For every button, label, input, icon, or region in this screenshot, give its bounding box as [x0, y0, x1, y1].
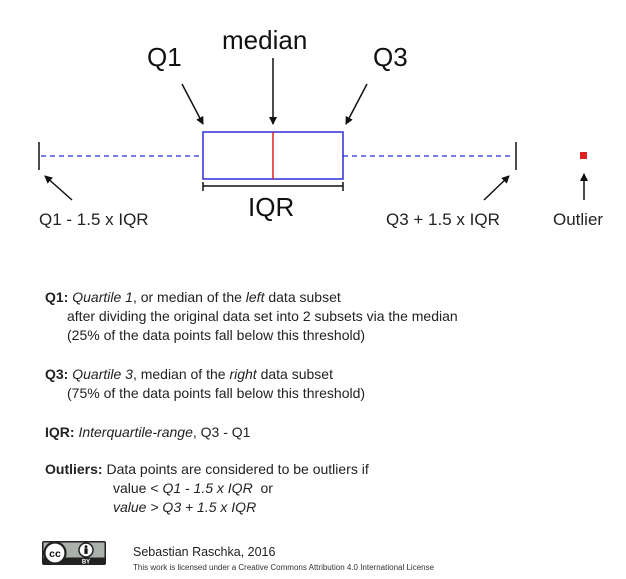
q3-text: , median of the: [132, 366, 230, 382]
by-badge-text: BY: [82, 560, 90, 566]
q1-definition: Q1: Quartile 1, or median of the left da…: [45, 288, 458, 345]
q1-arrow: [181, 83, 204, 125]
outliers-text: Data points are considered to be outlier…: [102, 461, 369, 477]
median-label: median: [222, 25, 308, 55]
iqr-italic-term: Interquartile-range: [78, 424, 193, 440]
q3-term: Q3:: [45, 366, 69, 382]
q3-label: Q3: [373, 42, 408, 72]
outliers-cond1-post: or: [252, 480, 273, 496]
q3-line2: (75% of the data points fall below this …: [67, 385, 366, 401]
boxplot-diagram: [38, 58, 588, 201]
outliers-definition: Outliers: Data points are considered to …: [45, 460, 369, 517]
q1-line3: (25% of the data points fall below this …: [67, 327, 366, 343]
q3-italic-right: right: [229, 366, 257, 382]
q1-term: Q1:: [45, 289, 69, 305]
q1-italic-term: Quartile 1: [72, 289, 133, 305]
lower-fence-arrow: [44, 175, 73, 201]
iqr-label: IQR: [248, 192, 295, 222]
outliers-term: Outliers:: [45, 461, 103, 477]
q1-line2: after dividing the original data set int…: [67, 308, 458, 324]
iqr-definition: IQR: Interquartile-range, Q3 - Q1: [45, 423, 250, 442]
q1-text-2: data subset: [264, 289, 341, 305]
author-credit: Sebastian Raschka, 2016: [133, 545, 276, 559]
outlier-label: Outlier: [553, 210, 604, 229]
iqr-text: , Q3 - Q1: [192, 424, 251, 440]
outliers-cond2-italic: value > Q3 + 1.5 x IQR: [113, 499, 257, 515]
q1-label: Q1: [147, 42, 182, 72]
iqr-term: IQR:: [45, 424, 75, 440]
license-text: This work is licensed under a Creative C…: [133, 563, 435, 572]
upper-fence-arrow: [483, 175, 510, 201]
lower-fence-label: Q1 - 1.5 x IQR: [39, 210, 149, 229]
outliers-cond1-pre: value <: [113, 480, 163, 496]
q3-arrow: [345, 83, 368, 125]
q1-italic-left: left: [245, 289, 265, 305]
q3-text-2: data subset: [256, 366, 333, 382]
cc-icon: cc: [49, 548, 61, 560]
q1-text: , or median of the: [132, 289, 246, 305]
q3-definition: Q3: Quartile 3, median of the right data…: [45, 365, 365, 403]
cc-by-license-badge: cc BY: [42, 541, 106, 565]
iqr-bracket: [202, 182, 344, 191]
outliers-cond1-italic: Q1 - 1.5 x IQR: [162, 480, 253, 496]
outlier-point: [580, 152, 587, 159]
upper-fence-label: Q3 + 1.5 x IQR: [386, 210, 500, 229]
q3-italic-term: Quartile 3: [72, 366, 133, 382]
